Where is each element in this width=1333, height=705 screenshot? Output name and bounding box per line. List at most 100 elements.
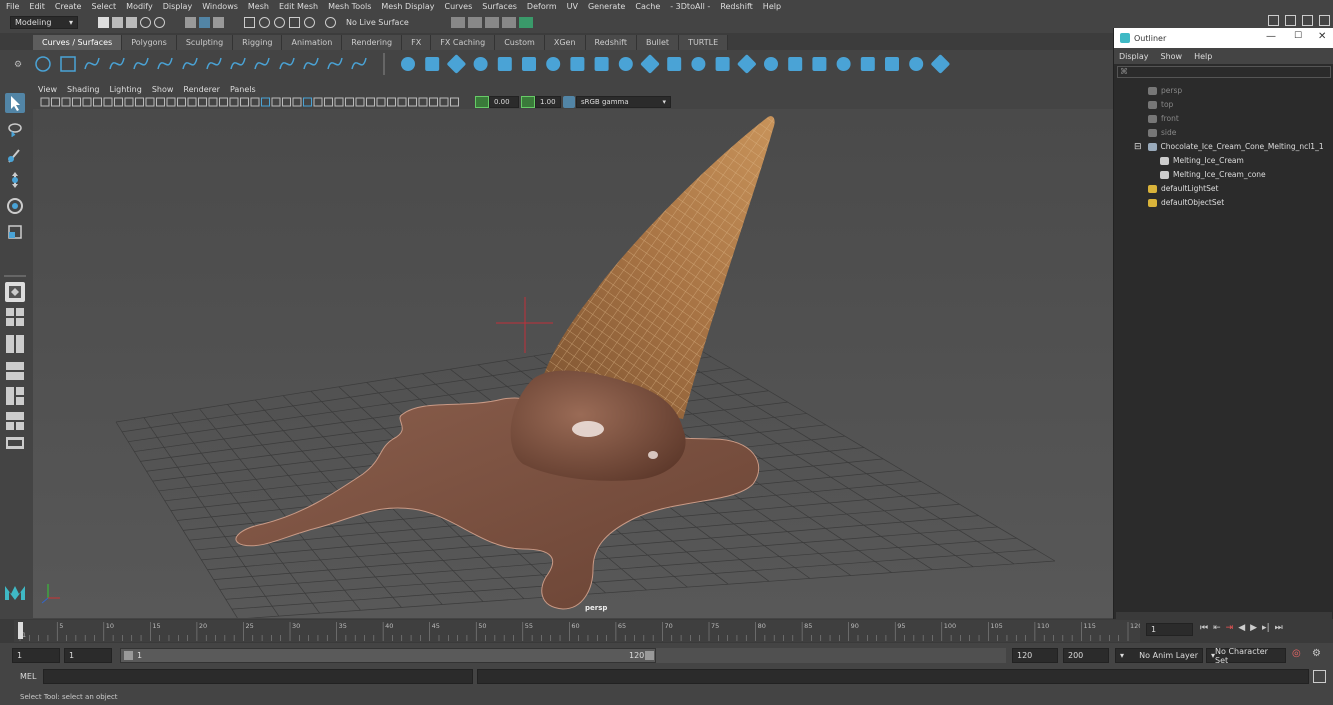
surface-tool-icon[interactable] — [691, 57, 706, 71]
surface-tool-icon[interactable] — [788, 57, 803, 71]
curve-tool-icon[interactable] — [35, 56, 51, 72]
viewport-toggle-icon[interactable] — [397, 97, 407, 107]
surface-tool-icon[interactable] — [447, 54, 467, 74]
viewport-toggle-icon[interactable] — [145, 97, 155, 107]
viewport-toggle-icon[interactable] — [61, 97, 71, 107]
menu-item[interactable]: Mesh Tools — [328, 2, 371, 11]
anim-start-field[interactable]: 1 — [12, 648, 60, 663]
viewport-toggle-icon[interactable] — [219, 97, 228, 107]
viewport-toggle-icon[interactable] — [114, 97, 123, 107]
viewport-toggle-icon[interactable] — [51, 97, 60, 107]
live-surface-label[interactable]: No Live Surface — [346, 18, 409, 27]
shelf-tab[interactable]: TURTLE — [679, 35, 729, 50]
render-view-icon[interactable] — [450, 16, 465, 28]
viewport-toggle-icon[interactable] — [124, 97, 134, 107]
persp-graph-layout-icon[interactable] — [5, 360, 25, 382]
outliner-search-field[interactable]: ⌘ — [1117, 66, 1331, 78]
menu-item[interactable]: Mesh — [248, 2, 269, 11]
outliner-menu-item[interactable]: Show — [1161, 52, 1183, 61]
menu-item[interactable]: Create — [55, 2, 82, 11]
surface-tool-icon[interactable] — [885, 57, 899, 71]
anim-end-field[interactable]: 200 — [1063, 648, 1109, 663]
menu-item[interactable]: UV — [567, 2, 578, 11]
shelf-tab[interactable]: Curves / Surfaces — [33, 35, 123, 50]
modeling-toolkit-icon[interactable] — [1268, 15, 1279, 26]
go-to-start-icon[interactable]: ⏮ — [1200, 623, 1208, 633]
viewport-toggle-icon[interactable] — [208, 97, 218, 107]
surface-tool-icon[interactable] — [497, 57, 512, 71]
viewport-toggle-icon[interactable] — [366, 97, 375, 107]
menu-item[interactable]: Help — [763, 2, 781, 11]
menu-item[interactable]: Mesh Display — [381, 2, 434, 11]
single-perspective-layout-icon[interactable] — [5, 282, 25, 302]
viewport-toggle-icon[interactable] — [198, 97, 207, 107]
menu-item[interactable]: Edit — [29, 2, 45, 11]
curve-tool-icon[interactable] — [182, 57, 198, 70]
viewport-toggle-icon[interactable] — [429, 97, 438, 107]
viewport-toggle-icon[interactable] — [376, 97, 386, 107]
persp-relationship-layout-icon[interactable] — [5, 410, 25, 432]
menu-item[interactable]: File — [6, 2, 19, 11]
viewport-toggle-icon[interactable] — [345, 97, 354, 107]
viewport-toggle-icon[interactable] — [387, 97, 396, 107]
render-frame-icon[interactable] — [467, 16, 482, 28]
viewport-toggle-icon[interactable] — [324, 97, 333, 107]
menu-item[interactable]: Generate — [588, 2, 625, 11]
menu-item[interactable]: Curves — [444, 2, 472, 11]
curve-tool-icon[interactable] — [279, 57, 295, 70]
curve-tool-icon[interactable] — [206, 57, 222, 70]
panel-menu-item[interactable]: Lighting — [109, 85, 141, 94]
viewport-toggle-icon[interactable] — [40, 97, 50, 107]
menu-item[interactable]: Edit Mesh — [279, 2, 318, 11]
mel-label[interactable]: MEL — [20, 672, 36, 681]
current-frame-field[interactable]: 1 — [1146, 623, 1193, 636]
surface-tool-icon[interactable] — [543, 54, 563, 74]
surface-tool-icon[interactable] — [737, 54, 757, 74]
viewport-toggle-icon[interactable] — [261, 97, 270, 107]
curve-tool-icon[interactable] — [230, 57, 246, 70]
curve-tool-icon[interactable] — [109, 57, 125, 70]
menu-item[interactable]: - 3DtoAll - — [670, 2, 710, 11]
ipr-render-icon[interactable] — [484, 16, 499, 28]
mel-command-input[interactable] — [43, 669, 473, 684]
channel-box-icon[interactable] — [1319, 15, 1330, 26]
step-back-key-icon[interactable]: ⇤ — [1213, 623, 1221, 633]
shelf-tab[interactable]: Rendering — [342, 35, 403, 50]
auto-key-icon[interactable]: ◎ — [1292, 648, 1301, 659]
snap-point-icon[interactable] — [274, 16, 285, 28]
close-icon[interactable]: ✕ — [1318, 31, 1326, 42]
surface-tool-icon[interactable] — [640, 54, 660, 74]
range-start-handle[interactable] — [124, 651, 133, 660]
surface-tool-icon[interactable] — [834, 54, 854, 74]
far-clip-field[interactable]: 1.00 — [535, 96, 561, 108]
shelf-tab[interactable]: Rigging — [233, 35, 283, 50]
outliner-item[interactable]: side — [1148, 126, 1176, 139]
viewport-toggle-icon[interactable] — [72, 97, 81, 107]
script-editor-icon[interactable] — [1313, 670, 1326, 683]
rotate-tool-icon[interactable] — [5, 196, 25, 216]
play-forward-icon[interactable]: ▶ — [1250, 623, 1257, 633]
menu-item[interactable]: Modify — [126, 2, 153, 11]
outliner-item[interactable]: ⊟ Chocolate_Ice_Cream_Cone_Melting_ncl1_1 — [1134, 140, 1324, 153]
persp-outliner-layout-icon[interactable] — [5, 333, 25, 355]
viewport-toggle-icon[interactable] — [439, 97, 449, 107]
viewport-toggle-icon[interactable] — [271, 97, 281, 107]
outliner-item[interactable]: Melting_Ice_Cream_cone — [1160, 168, 1266, 181]
shelf-tab[interactable]: XGen — [544, 35, 586, 50]
surface-tool-icon[interactable] — [812, 57, 827, 71]
viewport-toggle-icon[interactable] — [187, 97, 197, 107]
surface-tool-icon[interactable] — [618, 57, 633, 71]
perspective-viewport[interactable]: persp — [33, 109, 1113, 618]
surface-tool-icon[interactable] — [764, 57, 778, 71]
near-clip-icon[interactable] — [475, 96, 489, 108]
menu-item[interactable]: Windows — [202, 2, 238, 11]
shelf-tab[interactable]: Custom — [495, 35, 545, 50]
surface-tool-icon[interactable] — [570, 57, 585, 71]
viewport-toggle-icon[interactable] — [282, 97, 291, 107]
shelf-tab[interactable]: Polygons — [122, 35, 177, 50]
range-slider[interactable]: 1 120 — [120, 648, 656, 663]
preferences-icon[interactable]: ⚙ — [1312, 648, 1321, 659]
menu-item[interactable]: Surfaces — [482, 2, 517, 11]
step-back-frame-icon[interactable]: ⇥ — [1226, 623, 1234, 633]
current-time-marker[interactable] — [18, 622, 23, 639]
